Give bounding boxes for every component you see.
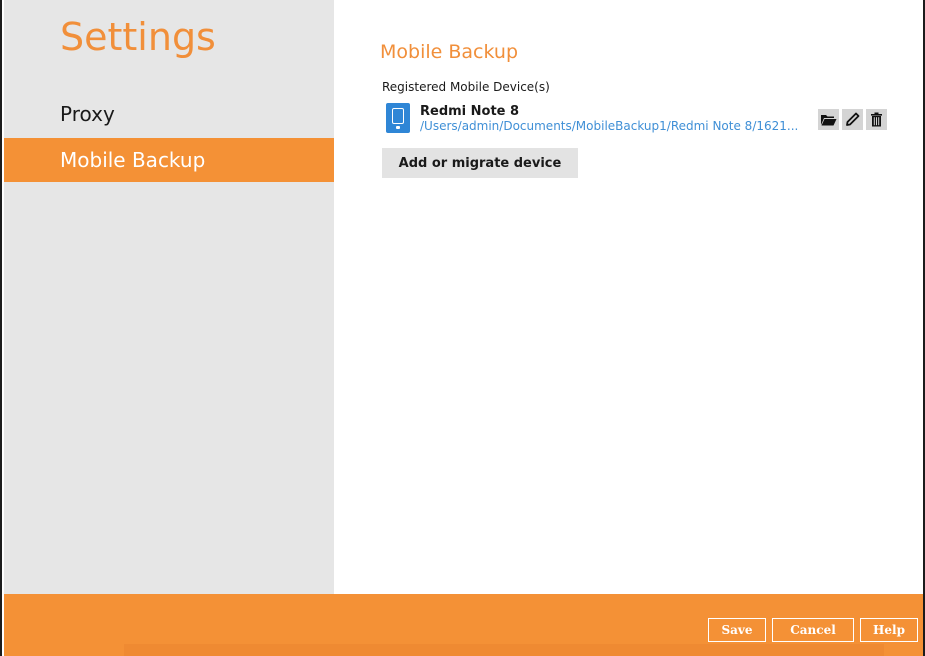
trash-icon[interactable] [866, 109, 887, 130]
device-path-link[interactable]: /Users/admin/Documents/MobileBackup1/Red… [420, 119, 812, 133]
device-actions [818, 109, 887, 131]
footer-bar: Save Cancel Help [4, 594, 923, 656]
save-button[interactable]: Save [708, 618, 766, 642]
main-content: Mobile Backup Registered Mobile Device(s… [334, 0, 923, 594]
mobile-phone-icon [386, 103, 410, 133]
page-title: Mobile Backup [380, 41, 519, 63]
settings-window: Settings Proxy Mobile Backup Mobile Back… [0, 0, 925, 656]
device-row[interactable]: Redmi Note 8 /Users/admin/Documents/Mobi… [382, 100, 902, 136]
help-button[interactable]: Help [860, 618, 918, 642]
folder-open-icon[interactable] [818, 109, 839, 130]
pencil-icon[interactable] [842, 109, 863, 130]
registered-devices-label: Registered Mobile Device(s) [382, 80, 550, 94]
sidebar-title: Settings [60, 15, 216, 59]
cancel-button[interactable]: Cancel [772, 618, 854, 642]
sidebar-item-proxy[interactable]: Proxy [4, 92, 334, 136]
sidebar: Settings Proxy Mobile Backup [4, 0, 334, 594]
add-or-migrate-device-button[interactable]: Add or migrate device [382, 148, 578, 178]
sidebar-item-mobile-backup[interactable]: Mobile Backup [4, 138, 334, 182]
footer-shadow [124, 644, 884, 656]
device-name: Redmi Note 8 [420, 104, 520, 119]
